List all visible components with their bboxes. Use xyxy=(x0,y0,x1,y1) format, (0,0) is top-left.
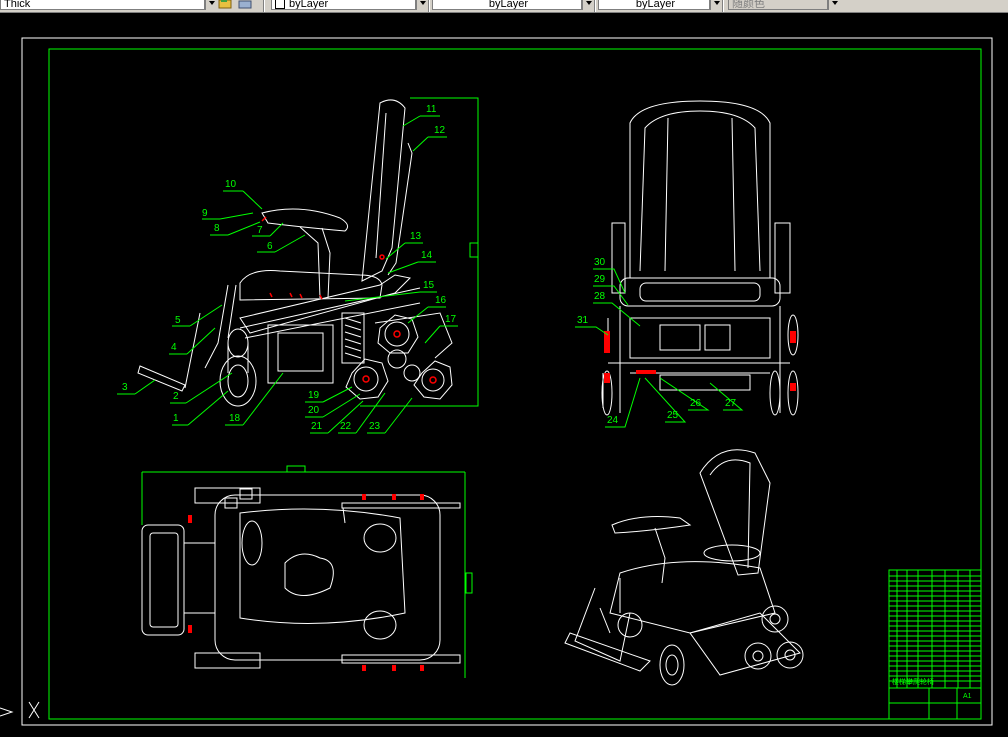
side-view-highlights xyxy=(261,216,437,384)
linetype-dropdown-arrow-icon[interactable] xyxy=(205,0,217,10)
toolbar-separator xyxy=(722,0,724,12)
isometric-view xyxy=(564,449,804,686)
color-swatch-icon xyxy=(275,0,285,9)
linetype-control-dropdown[interactable]: byLayer xyxy=(432,0,582,10)
sheet-inner-border xyxy=(48,48,982,720)
front-view-leaders xyxy=(575,268,744,428)
toolbar-separator xyxy=(263,0,265,12)
toolbar-separator xyxy=(594,0,596,12)
color-dropdown-arrow-icon[interactable] xyxy=(416,0,428,10)
lineweight-control-dropdown[interactable]: byLayer xyxy=(598,0,710,10)
title-block xyxy=(888,569,982,720)
drawing-canvas[interactable] xyxy=(0,13,1008,737)
plotstyle-control-dropdown[interactable]: 随颜色 xyxy=(728,0,828,10)
linetype-dropdown[interactable]: Thick xyxy=(0,0,205,10)
side-view xyxy=(137,97,479,407)
toolbar-separator xyxy=(428,0,430,12)
lineweight-control-arrow-icon[interactable] xyxy=(710,0,722,10)
top-view-highlights xyxy=(188,494,424,671)
ucs-x-axis-icon xyxy=(0,701,40,719)
color-control-value: byLayer xyxy=(289,0,329,10)
layer-previous-icon[interactable] xyxy=(238,0,252,10)
layer-states-icon[interactable] xyxy=(218,0,232,10)
properties-toolbar: Thick byLayer byLayer byLayer 随颜色 xyxy=(0,0,1008,13)
front-view xyxy=(601,100,799,416)
color-control-dropdown[interactable]: byLayer xyxy=(271,0,416,10)
plotstyle-control-arrow-icon[interactable] xyxy=(828,0,840,10)
sheet-outer-border xyxy=(21,37,993,726)
linetype-control-arrow-icon[interactable] xyxy=(582,0,594,10)
